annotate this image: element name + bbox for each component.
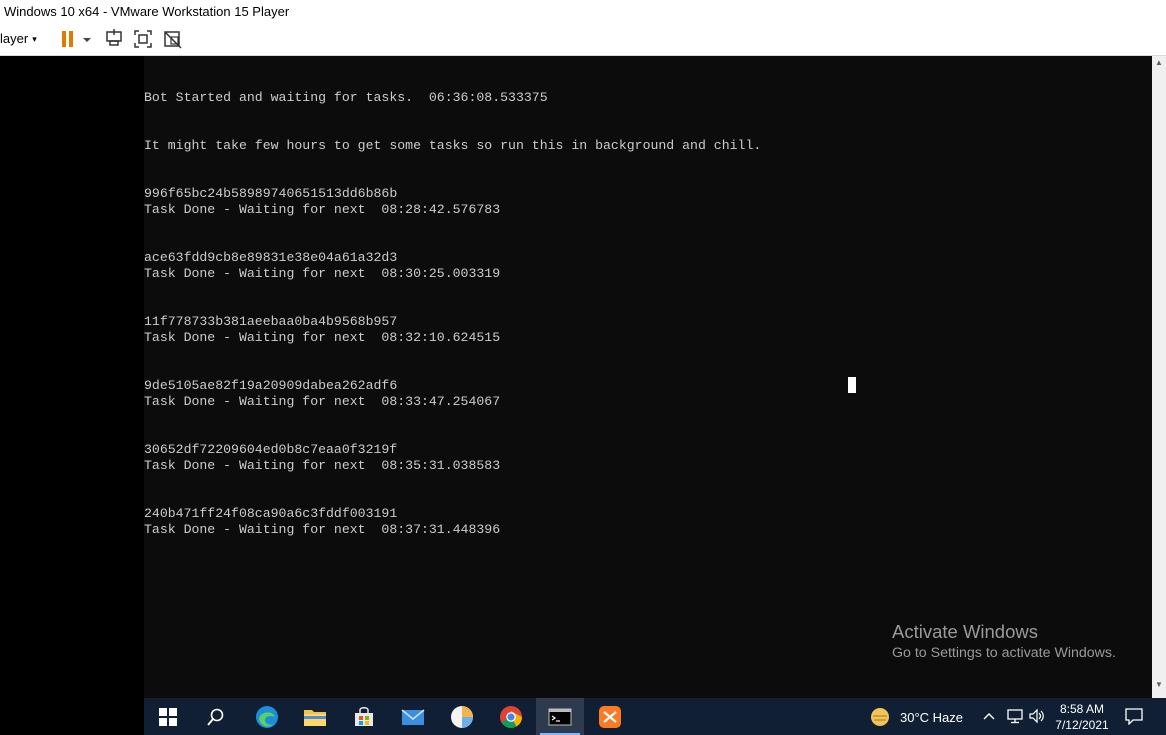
app-icon — [451, 705, 473, 728]
console-line-partial — [144, 56, 152, 60]
weather-widget[interactable]: 30°C Haze — [869, 698, 974, 735]
window-title-bar: Windows 10 x64 - VMware Workstation 15 P… — [0, 0, 1166, 23]
activate-windows-watermark: Activate Windows Go to Settings to activ… — [892, 621, 1116, 662]
windows-taskbar: 30°C Haze 8:58 AM 7/12/2021 — [144, 698, 1166, 735]
store-icon — [355, 706, 373, 726]
console-line: Task Done - Waiting for next 08:35:31.03… — [144, 458, 501, 473]
show-hidden-icons-button[interactable] — [982, 708, 996, 724]
console-line: 240b471ff24f08ca90a6c3fddf003191 — [144, 506, 398, 521]
watermark-subtitle: Go to Settings to activate Windows. — [892, 645, 1116, 661]
vm-display-margin — [0, 56, 144, 735]
vmware-toolbar: layer ▾ — [0, 23, 1166, 56]
watermark-title: Activate Windows — [892, 621, 1038, 642]
console-scrollbar[interactable]: ▲ ▼ — [1152, 56, 1166, 698]
console-line: Task Done - Waiting for next 08:32:10.62… — [144, 330, 501, 345]
console-line: It might take few hours to get some task… — [144, 138, 762, 153]
store-button[interactable] — [340, 698, 388, 735]
xampp-icon — [599, 705, 621, 728]
search-button[interactable] — [192, 698, 240, 735]
send-ctrl-alt-del-button[interactable] — [104, 29, 126, 49]
start-button[interactable] — [144, 698, 192, 735]
console-line: Bot Started and waiting for tasks. 06:36… — [144, 90, 548, 105]
network-button[interactable] — [1006, 708, 1024, 724]
edge-button[interactable] — [243, 698, 291, 735]
chevron-up-icon — [983, 713, 995, 720]
file-explorer-icon — [304, 709, 326, 726]
unity-button[interactable] — [163, 29, 185, 49]
notifications-button[interactable] — [1124, 707, 1144, 726]
chrome-button[interactable] — [487, 698, 535, 735]
scroll-up-icon[interactable]: ▲ — [1152, 56, 1166, 70]
start-icon — [159, 707, 177, 726]
unity-icon — [164, 31, 182, 49]
volume-button[interactable] — [1028, 708, 1046, 724]
edge-icon — [256, 705, 278, 728]
terminal-button[interactable] — [536, 698, 584, 735]
pause-button[interactable] — [58, 29, 80, 49]
console-window[interactable]: Bot Started and waiting for tasks. 06:36… — [144, 56, 1152, 698]
mail-icon — [401, 708, 425, 725]
console-line: 996f65bc24b58989740651513dd6b86b — [144, 186, 398, 201]
volume-icon — [1029, 708, 1044, 724]
fullscreen-button[interactable] — [133, 29, 155, 49]
fullscreen-icon — [134, 30, 152, 48]
chevron-down-icon — [83, 38, 91, 42]
pinned-app-button[interactable] — [438, 698, 486, 735]
console-line: 9de5105ae82f19a20909dabea262adf6 — [144, 378, 398, 393]
pause-dropdown-button[interactable] — [80, 29, 94, 49]
send-ctrl-alt-del-icon — [106, 29, 122, 46]
player-menu-button[interactable]: layer ▾ — [0, 31, 37, 46]
scroll-down-icon[interactable]: ▼ — [1152, 678, 1166, 692]
console-line: Task Done - Waiting for next 08:28:42.57… — [144, 202, 501, 217]
chrome-icon — [500, 705, 522, 728]
console-line: Task Done - Waiting for next 08:37:31.44… — [144, 522, 501, 537]
weather-text: 30°C Haze — [900, 710, 964, 725]
network-icon — [1007, 709, 1023, 724]
console-line: Task Done - Waiting for next 08:30:25.00… — [144, 266, 501, 281]
console-line: ace63fdd9cb8e89831e38e04a61a32d3 — [144, 250, 398, 265]
mail-button[interactable] — [389, 698, 437, 735]
search-icon — [207, 708, 224, 726]
console-line: 30652df72209604ed0b8c7eaa0f3219f — [144, 442, 398, 457]
pause-icon — [62, 31, 73, 47]
notification-icon — [1125, 708, 1143, 726]
clock-time: 8:58 AM — [1059, 702, 1105, 716]
xampp-button[interactable] — [586, 698, 634, 735]
file-explorer-button[interactable] — [291, 698, 339, 735]
chevron-down-icon: ▾ — [32, 34, 37, 44]
text-cursor — [848, 377, 856, 393]
console-line: Task Done - Waiting for next 08:33:47.25… — [144, 394, 501, 409]
console-line: 11f778733b381aeebaa0ba4b9568b957 — [144, 314, 398, 329]
clock-date: 7/12/2021 — [1055, 718, 1109, 732]
player-menu-label: layer — [0, 31, 29, 46]
terminal-icon — [548, 708, 572, 725]
weather-haze-icon — [871, 708, 889, 726]
window-title: Windows 10 x64 - VMware Workstation 15 P… — [4, 4, 290, 19]
taskbar-clock[interactable]: 8:58 AM 7/12/2021 — [1050, 701, 1114, 733]
